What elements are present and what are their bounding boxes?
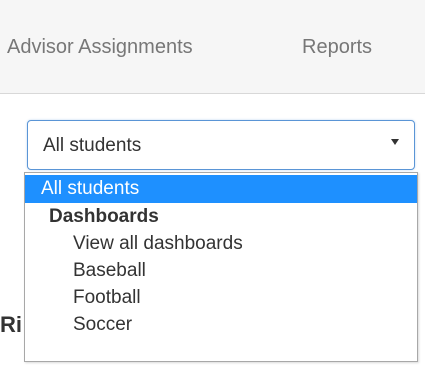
select-current-value: All students (43, 135, 142, 156)
option-all-students[interactable]: All students (25, 175, 417, 203)
partially-hidden-heading: Ri (0, 312, 22, 337)
chevron-down-icon (391, 139, 399, 145)
option-baseball[interactable]: Baseball (25, 257, 417, 285)
optgroup-dashboards: Dashboards (49, 206, 159, 227)
option-football[interactable]: Football (25, 284, 417, 312)
student-filter-select[interactable]: All students (27, 120, 415, 170)
option-soccer[interactable]: Soccer (25, 311, 417, 339)
nav-reports[interactable]: Reports (302, 36, 372, 59)
option-view-all-dashboards[interactable]: View all dashboards (25, 230, 417, 258)
nav-advisor-assignments[interactable]: Advisor Assignments (7, 36, 193, 59)
top-navigation: Advisor Assignments Reports (0, 0, 425, 94)
select-dropdown-list: All students Dashboards View all dashboa… (24, 172, 418, 362)
